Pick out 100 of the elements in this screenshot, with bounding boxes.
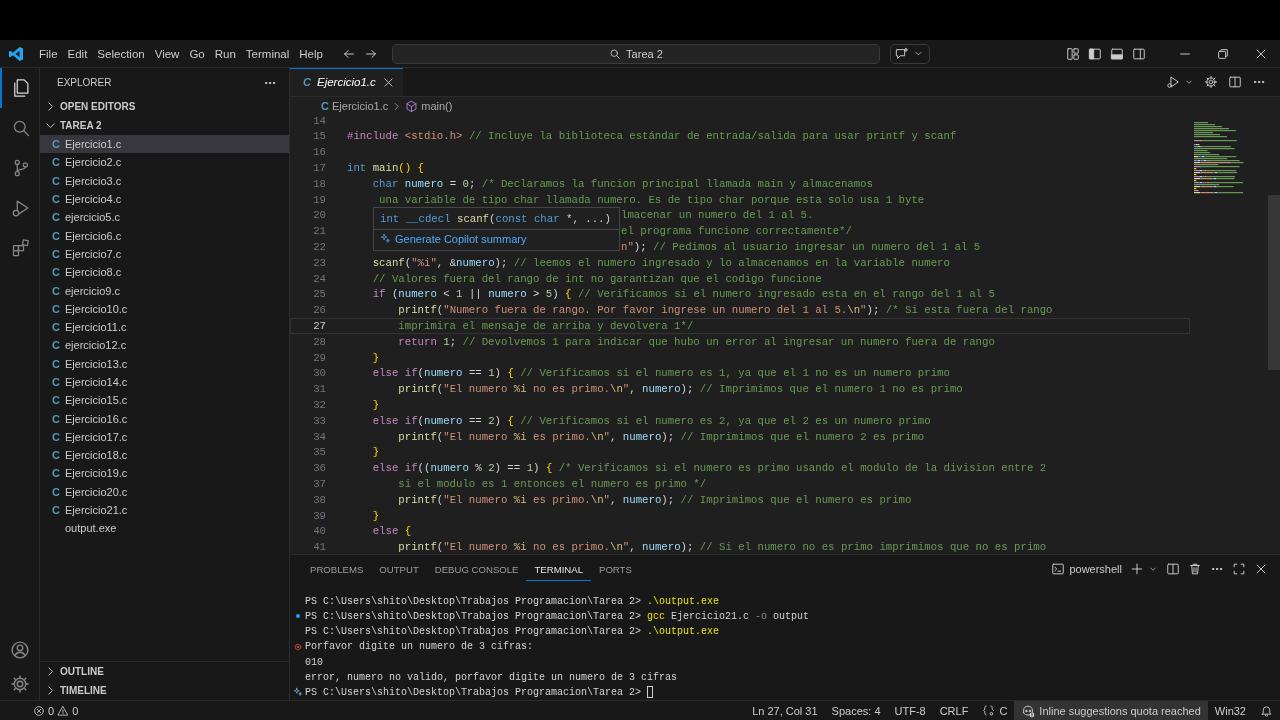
copilot-summary-link[interactable]: Generate Copilot summary: [374, 229, 533, 250]
menu-item[interactable]: Selection: [92, 45, 150, 62]
warning-count[interactable]: 0: [72, 704, 79, 717]
code-line: printf("El numero %i es primo.\n", numero); // Imprimimos que el numero 2 es primo: [397, 430, 925, 443]
panel-tab[interactable]: TERMINAL: [526, 557, 591, 581]
file-type-icon: C: [52, 339, 60, 352]
terminal-line: PS C:\Users\shito\Desktop\Trabajos Programacion\Tarea 2>: [305, 686, 643, 698]
breadcrumb-item[interactable]: Ejercicio1.c: [332, 100, 389, 113]
explorer-entry[interactable]: C Ejercicio10.c: [40, 299, 289, 318]
status-item[interactable]: Ln 27, Col 31: [745, 701, 825, 720]
file-name: Ejercicio7.c: [65, 247, 122, 260]
explorer-entry[interactable]: C Ejercicio20.c: [40, 482, 289, 501]
explorer-entry[interactable]: C Ejercicio13.c: [40, 354, 289, 373]
settings-icon[interactable]: [1204, 74, 1218, 89]
sidebar-title: EXPLORER: [57, 77, 112, 88]
file-name: ejercicio9.c: [65, 284, 121, 297]
toggle-sidebar-icon[interactable]: [1088, 46, 1102, 61]
explorer-entry[interactable]: C Ejercicio1.c: [40, 135, 289, 154]
status-item[interactable]: Win32: [1207, 701, 1253, 720]
menu-item[interactable]: Edit: [62, 45, 93, 62]
layout-icon[interactable]: [1066, 46, 1080, 61]
explorer-entry[interactable]: C Ejercicio19.c: [40, 464, 289, 483]
settings-icon[interactable]: [9, 674, 30, 694]
code-line: }: [371, 509, 380, 522]
section-header[interactable]: OUTLINE: [40, 662, 289, 681]
explorer-entry[interactable]: C Ejercicio4.c: [40, 189, 289, 209]
section-header[interactable]: TAREA 2: [40, 116, 289, 135]
explorer-entry[interactable]: C Ejercicio15.c: [40, 391, 289, 410]
code-line: if (numero < 1 || numero > 5) { // Verificamos si el numero ingresado esta en el rango del 1 al 5: [371, 288, 995, 301]
trash-icon[interactable]: [1188, 562, 1202, 577]
close-icon[interactable]: [381, 75, 395, 89]
menu-item[interactable]: Run: [209, 45, 241, 62]
status-item[interactable]: CRLF: [932, 701, 976, 720]
panel-tab[interactable]: PROBLEMS: [302, 557, 372, 581]
terminal-line: error, numero no valido, porfavor digite un numero de 3 cifras: [305, 671, 678, 683]
menu-item[interactable]: File: [34, 45, 63, 62]
explorer-entry[interactable]: C Ejercicio2.c: [40, 153, 289, 172]
toggle-secondary-sidebar-icon[interactable]: [1132, 46, 1146, 61]
file-type-icon: C: [52, 211, 60, 224]
error-count[interactable]: 0: [48, 704, 55, 717]
panel-tab[interactable]: DEBUG CONSOLE: [426, 557, 527, 581]
code-line: }: [371, 351, 380, 364]
file-type-icon: C: [52, 284, 60, 297]
line-number: 35: [312, 446, 327, 459]
section-header[interactable]: OPEN EDITORS: [40, 97, 289, 116]
explorer-entry[interactable]: C Ejercicio17.c: [40, 427, 289, 447]
explorer-entry[interactable]: C Ejercicio6.c: [40, 226, 289, 245]
file-type-icon: C: [52, 193, 60, 206]
status-item[interactable]: UTF-8: [887, 701, 933, 720]
panel-tab[interactable]: OUTPUT: [371, 557, 427, 581]
explorer-entry[interactable]: C ejercicio5.c: [40, 208, 289, 227]
menu-item[interactable]: View: [149, 45, 185, 62]
menu-item[interactable]: Help: [294, 45, 328, 62]
explorer-entry[interactable]: C Ejercicio14.c: [40, 372, 289, 392]
function-signature: int __cdecl scanf(const char *, ...): [374, 207, 619, 230]
account-icon[interactable]: [9, 640, 30, 660]
file-name: Ejercicio16.c: [65, 412, 128, 425]
line-number: 14: [312, 115, 327, 127]
explorer-entry[interactable]: C Ejercicio21.c: [40, 500, 289, 520]
explorer-entry[interactable]: C ejercicio12.c: [40, 336, 289, 355]
explorer-entry[interactable]: C Ejercicio16.c: [40, 409, 289, 428]
file-type-icon: C: [52, 467, 60, 480]
split-terminal-icon[interactable]: [1166, 562, 1180, 577]
menu-item[interactable]: Go: [184, 45, 210, 62]
breadcrumb-item[interactable]: main(): [421, 100, 453, 113]
editor-tab[interactable]: C Ejercicio1.c: [290, 68, 403, 96]
explorer-entry[interactable]: output.exe: [40, 519, 289, 538]
status-item[interactable]: Spaces: 4: [824, 701, 888, 720]
split-editor-icon[interactable]: [1228, 74, 1242, 89]
maximize-icon[interactable]: [1232, 562, 1246, 577]
plus-icon[interactable]: [1130, 562, 1144, 577]
error-icon: [33, 704, 45, 717]
panel-tab[interactable]: PORTS: [591, 557, 640, 581]
explorer-entry[interactable]: C Ejercicio11.c: [40, 317, 289, 337]
explorer-entry[interactable]: C Ejercicio8.c: [40, 263, 289, 282]
command-search-field[interactable]: Tarea 2: [391, 43, 880, 64]
copilot-status[interactable]: Inline suggestions quota reached: [1014, 701, 1208, 720]
file-type-icon: C: [52, 504, 60, 517]
explorer-entry[interactable]: C Ejercicio3.c: [40, 171, 289, 190]
bell-icon[interactable]: [1260, 704, 1273, 717]
restore-icon[interactable]: [1216, 46, 1230, 61]
run-debug-icon: [10, 198, 31, 218]
terminal-name[interactable]: powershell: [1069, 563, 1122, 576]
section-header[interactable]: TIMELINE: [40, 681, 289, 700]
chat-button[interactable]: [889, 43, 930, 64]
explorer-entry[interactable]: C ejercicio9.c: [40, 281, 289, 300]
line-number: 34: [312, 430, 327, 443]
code-line: printf("El numero %i no es primo.\n", numero); // Imprimimos que el numero 1 no es primo: [397, 383, 963, 396]
toggle-panel-icon[interactable]: [1110, 46, 1124, 61]
terminal-line: PS C:\Users\shito\Desktop\Trabajos Programacion\Tarea 2> .\output.exe: [305, 626, 720, 638]
scrollbar-thumb[interactable]: [1268, 194, 1280, 370]
explorer-entry[interactable]: C Ejercicio7.c: [40, 244, 289, 264]
language-mode[interactable]: C: [975, 701, 1015, 720]
line-number: 19: [312, 193, 327, 206]
explorer-entry[interactable]: C Ejercicio18.c: [40, 446, 289, 465]
menu-item[interactable]: Terminal: [240, 45, 295, 62]
run-icon[interactable]: [1166, 74, 1180, 89]
file-type-icon: C: [52, 138, 60, 151]
code-line: #include <stdio.h> // Incluye la biblioteca estándar de entrada/salida para usar printf y scanf: [347, 130, 957, 143]
warning-icon: [57, 704, 70, 717]
